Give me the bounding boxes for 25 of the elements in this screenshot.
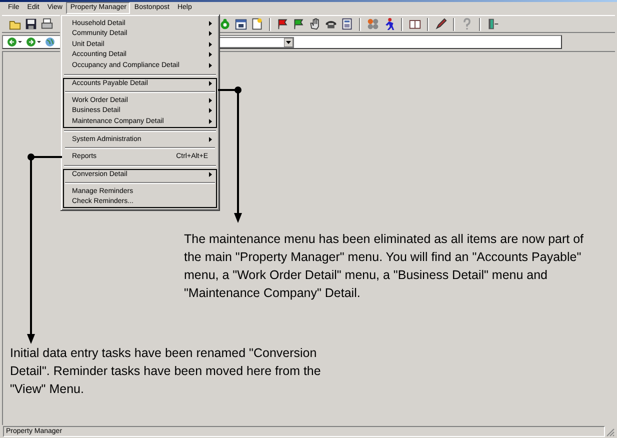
resize-grip-icon[interactable] (605, 426, 615, 436)
hand-icon[interactable] (309, 18, 321, 30)
figure-icon[interactable] (219, 18, 231, 30)
book-icon[interactable] (409, 18, 421, 30)
annotation-text: The maintenance menu has been eliminated as all items are now part of the main "Property Manager" menu. You will find an "Accounts Payable" menu, a "Work Order Detail" menu, a "Business Detail" menu and "Maintenance Company" Detail. (184, 231, 585, 302)
printer-icon[interactable] (41, 18, 53, 30)
submenu-arrow-icon (209, 137, 212, 142)
pen-icon[interactable] (435, 18, 447, 30)
dropdown-arrow-icon[interactable] (284, 38, 293, 46)
save-icon[interactable] (25, 18, 37, 30)
submenu-arrow-icon (209, 81, 212, 86)
back-button-icon[interactable] (7, 37, 23, 47)
phone-icon[interactable] (325, 18, 337, 30)
calculator-icon[interactable] (341, 18, 353, 30)
document-icon[interactable] (251, 18, 263, 30)
folder-icon[interactable] (9, 18, 21, 30)
running-figure-icon[interactable] (383, 18, 395, 30)
calendar-icon[interactable] (235, 18, 247, 30)
flag-icon[interactable] (293, 18, 305, 30)
annotation-text: Initial data entry tasks have been renamed "Conversion Detail". Reminder tasks have been moved here from the "View" Menu. (10, 345, 322, 398)
globe-icon[interactable] (45, 37, 55, 47)
flag-icon[interactable] (277, 18, 289, 30)
forward-button-icon[interactable] (26, 37, 42, 47)
submenu-arrow-icon (209, 172, 212, 178)
exit-door-icon[interactable] (487, 18, 499, 30)
